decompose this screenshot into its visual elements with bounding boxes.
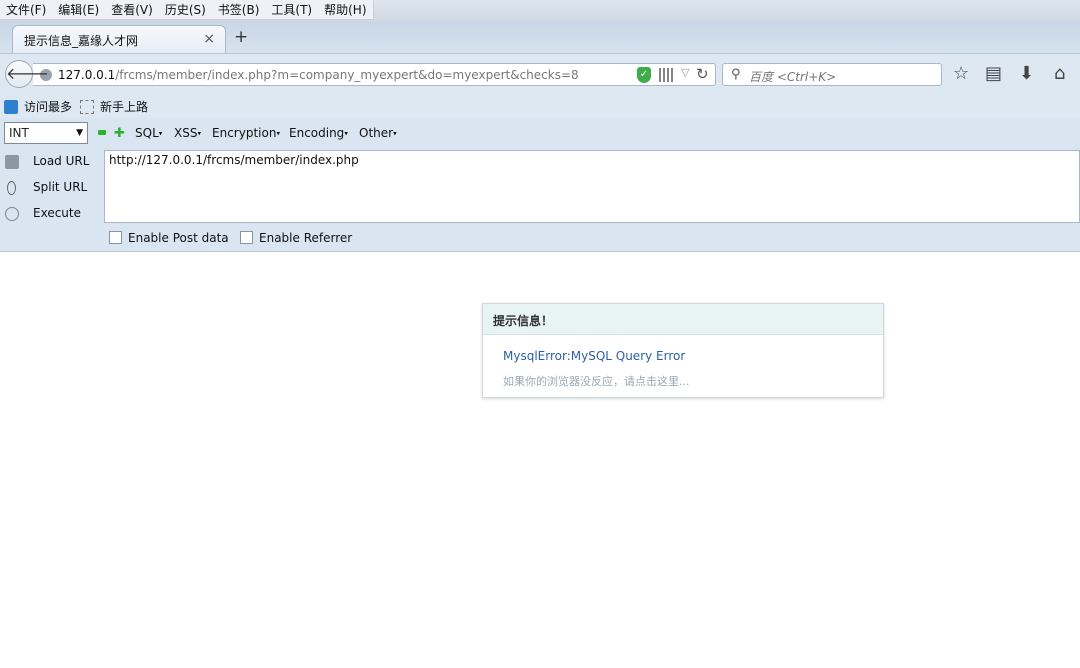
caret-icon: ▾	[276, 129, 280, 138]
menu-edit[interactable]: 编辑(E)	[52, 0, 105, 20]
bookmark-most-visited[interactable]: 访问最多	[4, 98, 72, 115]
menu-encoding-label: Encoding	[289, 126, 345, 140]
url-host: 127.0.0.1	[58, 68, 116, 82]
url-bar[interactable]: 127.0.0.1/frcms/member/index.php?m=compa…	[33, 63, 716, 86]
dialog-title: 提示信息！	[493, 314, 554, 328]
reading-list-icon[interactable]: ▤	[985, 63, 1002, 84]
menu-other-label: Other	[359, 126, 394, 140]
back-button[interactable]: 🡐	[5, 60, 49, 88]
hackbar-url-input[interactable]: http://127.0.0.1/frcms/member/index.php	[104, 150, 1080, 223]
search-placeholder: 百度 <Ctrl+K>	[749, 70, 837, 84]
menu-view[interactable]: 查看(V)	[105, 0, 159, 20]
execute-label: Execute	[33, 206, 81, 220]
type-select[interactable]: INT ▼	[4, 122, 88, 144]
search-icon: ⚲	[731, 67, 741, 82]
load-icon	[5, 155, 19, 169]
dialog-header: 提示信息！	[483, 304, 883, 335]
menu-other[interactable]: Other▾	[359, 126, 397, 140]
menu-xss-label: XSS	[174, 126, 198, 140]
caret-icon: ▾	[158, 129, 163, 138]
hackbar-panel: INT ▼ ✚ SQL▾ XSS▾ Encryption▾ Encoding▾ …	[0, 118, 1080, 252]
bookmarks-toolbar: 访问最多 新手上路	[0, 93, 1080, 118]
enable-post-checkbox[interactable]	[109, 231, 122, 244]
star-icon[interactable]: ☆	[953, 63, 969, 84]
bookmark-label: 访问最多	[24, 100, 73, 114]
menu-encryption[interactable]: Encryption▾	[212, 126, 280, 140]
shield-icon[interactable]: ✓	[637, 67, 651, 83]
menu-encoding[interactable]: Encoding▾	[289, 126, 348, 140]
tab-active[interactable]: 提示信息_嘉缘人才网 ×	[12, 25, 226, 53]
message-dialog: 提示信息！ MysqlError:MySQL Query Error 如果你的浏…	[482, 303, 884, 398]
enable-referrer-label: Enable Referrer	[259, 231, 353, 245]
qr-code-icon[interactable]	[659, 68, 673, 82]
menu-help[interactable]: 帮助(H)	[318, 0, 372, 20]
menu-encryption-label: Encryption	[212, 126, 277, 140]
enable-post-label: Enable Post data	[128, 231, 229, 245]
load-url-button[interactable]: Load URL	[0, 150, 100, 174]
url-path: /frcms/member/index.php?m=company_myexpe…	[115, 68, 579, 82]
navigation-bar: 127.0.0.1/frcms/member/index.php?m=compa…	[0, 53, 1080, 93]
home-icon[interactable]: ⌂	[1054, 63, 1065, 84]
bookmark-label: 新手上路	[100, 100, 149, 114]
search-bar[interactable]: ⚲ 百度 <Ctrl+K>	[722, 63, 942, 86]
menu-list: 文件(F) 编辑(E) 查看(V) 历史(S) 书签(B) 工具(T) 帮助(H…	[0, 0, 374, 20]
caret-icon: ▾	[344, 129, 348, 138]
redirect-link[interactable]: 如果你的浏览器没反应，请点击这里...	[503, 373, 690, 389]
caret-icon: ▾	[197, 129, 201, 138]
menu-xss[interactable]: XSS▾	[174, 126, 201, 140]
download-icon[interactable]: ⬇	[1019, 63, 1034, 84]
close-icon[interactable]: ×	[203, 31, 215, 47]
menu-file[interactable]: 文件(F)	[0, 0, 52, 20]
menu-sql[interactable]: SQL▾	[135, 126, 162, 140]
new-tab-button[interactable]: +	[234, 27, 248, 47]
menu-bookmarks[interactable]: 书签(B)	[212, 0, 266, 20]
chevron-down-icon[interactable]: ▽	[681, 66, 689, 79]
menu-tools[interactable]: 工具(T)	[265, 0, 318, 20]
split-url-button[interactable]: Split URL	[0, 176, 100, 200]
menu-history[interactable]: 历史(S)	[159, 0, 212, 20]
reload-icon[interactable]: ↻	[696, 65, 709, 83]
scissors-icon	[7, 181, 16, 195]
url-text[interactable]: 127.0.0.1/frcms/member/index.php?m=compa…	[58, 68, 579, 82]
bookmark-getting-started[interactable]: 新手上路	[80, 98, 148, 115]
bookmark-page-icon	[80, 99, 94, 114]
load-url-label: Load URL	[33, 154, 90, 168]
play-icon	[5, 207, 19, 221]
error-message: MysqlError:MySQL Query Error	[503, 349, 686, 363]
chevron-down-icon: ▼	[76, 128, 83, 138]
split-url-label: Split URL	[33, 180, 88, 194]
execute-button[interactable]: Execute	[0, 202, 100, 226]
back-arrow-icon: 🡐	[6, 64, 49, 83]
menu-sql-label: SQL	[135, 126, 159, 140]
enable-referrer-checkbox[interactable]	[240, 231, 253, 244]
increase-icon[interactable]: ✚	[114, 126, 125, 141]
caret-icon: ▾	[393, 129, 397, 138]
menu-bar: 文件(F) 编辑(E) 查看(V) 历史(S) 书签(B) 工具(T) 帮助(H…	[0, 0, 1080, 22]
decrease-icon[interactable]	[98, 130, 106, 135]
bookmark-folder-icon	[4, 99, 18, 114]
tab-title: 提示信息_嘉缘人才网	[24, 34, 139, 48]
type-select-value: INT	[9, 126, 29, 140]
tab-strip: 提示信息_嘉缘人才网 × +	[0, 22, 1080, 53]
